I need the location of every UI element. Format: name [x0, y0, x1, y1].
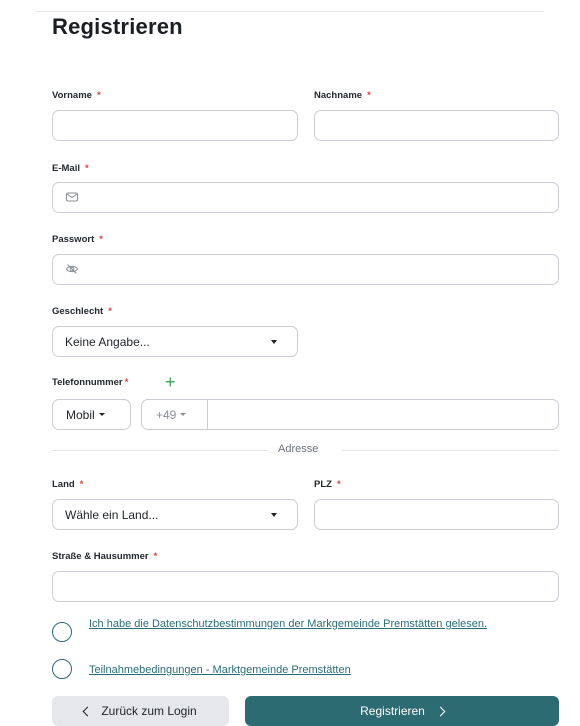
email-label: E-Mail * [52, 163, 89, 174]
chevron-left-icon [82, 706, 93, 716]
back-to-login-button[interactable]: Zurück zum Login [52, 696, 229, 726]
phone-type-select[interactable]: Mobil [52, 399, 131, 430]
chevron-down-icon [180, 413, 187, 416]
strasse-label: Straße & Hausummer * [52, 551, 158, 562]
page-title: Registrieren [52, 14, 183, 39]
geschlecht-label: Geschlecht * [52, 306, 112, 317]
land-label: Land * [52, 479, 84, 490]
nachname-input[interactable] [314, 110, 559, 141]
teilnahme-radio[interactable] [52, 659, 72, 679]
phone-prefix-value: +49 [156, 407, 177, 422]
land-select[interactable]: Wähle ein Land... [52, 499, 298, 530]
plz-label: PLZ * [314, 479, 341, 490]
plz-input[interactable] [314, 499, 559, 530]
datenschutz-link[interactable]: Ich habe die Datenschutzbestimmungen der… [89, 616, 559, 632]
mail-icon [66, 192, 78, 202]
top-divider [36, 11, 544, 12]
address-divider-right [342, 450, 559, 451]
telefon-label: Telefonnummer * [52, 377, 129, 388]
add-phone-icon[interactable]: + [165, 373, 176, 391]
passwort-input[interactable] [52, 254, 559, 285]
address-section-title: Adresse [278, 443, 319, 455]
nachname-label: Nachname * [314, 90, 371, 101]
geschlecht-selected-value: Keine Angabe... [65, 334, 150, 349]
geschlecht-select[interactable]: Keine Angabe... [52, 326, 298, 357]
strasse-input[interactable] [52, 571, 559, 602]
back-button-label: Zurück zum Login [101, 704, 197, 718]
register-button[interactable]: Registrieren [245, 696, 559, 726]
chevron-right-icon [435, 706, 446, 716]
phone-group: +49 [141, 399, 559, 430]
chevron-down-icon [271, 340, 277, 344]
email-input[interactable] [52, 182, 559, 213]
vorname-input[interactable] [52, 110, 298, 141]
phone-prefix-select[interactable]: +49 [142, 400, 208, 429]
vorname-label: Vorname * [52, 90, 101, 101]
address-divider-left [52, 450, 268, 451]
chevron-down-icon [98, 413, 105, 416]
register-button-label: Registrieren [360, 704, 425, 718]
datenschutz-radio[interactable] [52, 622, 72, 642]
land-selected-value: Wähle ein Land... [65, 507, 159, 522]
teilnahme-link[interactable]: Teilnahmebedingungen - Marktgemeinde Pre… [89, 662, 559, 678]
phone-type-value: Mobil [66, 407, 95, 422]
phone-number-input[interactable] [208, 400, 558, 429]
chevron-down-icon [271, 513, 277, 517]
passwort-label: Passwort * [52, 234, 103, 245]
eye-off-icon[interactable] [65, 262, 79, 276]
